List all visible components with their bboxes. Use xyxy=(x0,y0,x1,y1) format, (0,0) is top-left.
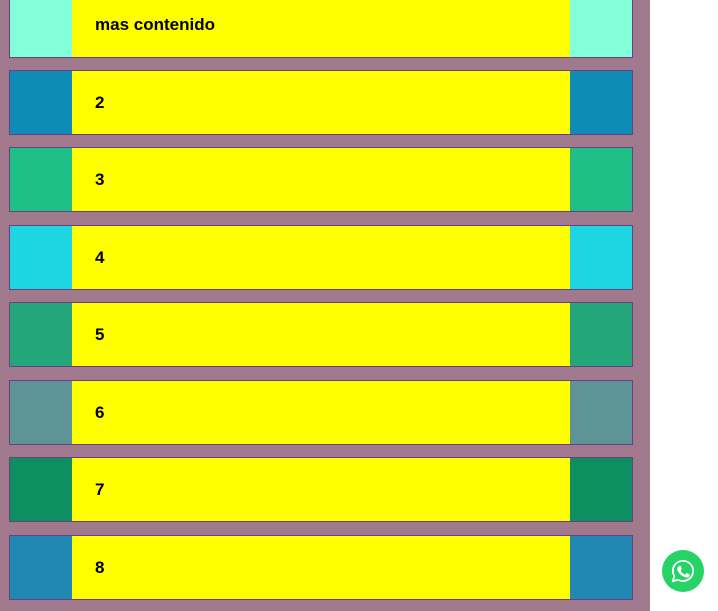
card-label: mas contenido xyxy=(95,15,215,34)
content-card: 7 xyxy=(9,457,633,522)
content-card: 3 xyxy=(9,147,633,212)
content-card: 5 xyxy=(9,302,633,367)
card-label: 4 xyxy=(95,247,105,267)
card-body: 2 xyxy=(72,71,570,134)
content-card: 8 xyxy=(9,535,633,600)
card-label: 6 xyxy=(95,402,105,422)
card-left-block xyxy=(10,148,72,211)
whatsapp-icon xyxy=(670,558,696,584)
content-card: 6 xyxy=(9,380,633,445)
card-right-block xyxy=(570,0,632,57)
card-left-block xyxy=(10,71,72,134)
card-label: 3 xyxy=(95,169,105,189)
card-right-block xyxy=(570,536,632,599)
card-right-block xyxy=(570,303,632,366)
card-body: 6 xyxy=(72,381,570,444)
content-card: 2 xyxy=(9,70,633,135)
card-body: 5 xyxy=(72,303,570,366)
card-body: 4 xyxy=(72,226,570,289)
card-right-block xyxy=(570,71,632,134)
card-label: 8 xyxy=(95,557,105,577)
card-left-block xyxy=(10,536,72,599)
card-left-block xyxy=(10,226,72,289)
card-label: 2 xyxy=(95,92,105,112)
card-left-block xyxy=(10,381,72,444)
card-body: 3 xyxy=(72,148,570,211)
card-left-block xyxy=(10,0,72,57)
whatsapp-button[interactable] xyxy=(662,550,704,592)
card-label: 7 xyxy=(95,479,105,499)
card-body: 7 xyxy=(72,458,570,521)
content-panel: mas contenido 2 3 4 5 6 7 8 xyxy=(0,0,650,611)
card-body: 8 xyxy=(72,536,570,599)
card-right-block xyxy=(570,381,632,444)
content-card: mas contenido xyxy=(9,0,633,58)
card-right-block xyxy=(570,148,632,211)
content-card: 4 xyxy=(9,225,633,290)
card-right-block xyxy=(570,226,632,289)
card-left-block xyxy=(10,458,72,521)
card-label: 5 xyxy=(95,324,105,344)
card-body: mas contenido xyxy=(72,0,570,57)
card-left-block xyxy=(10,303,72,366)
card-right-block xyxy=(570,458,632,521)
